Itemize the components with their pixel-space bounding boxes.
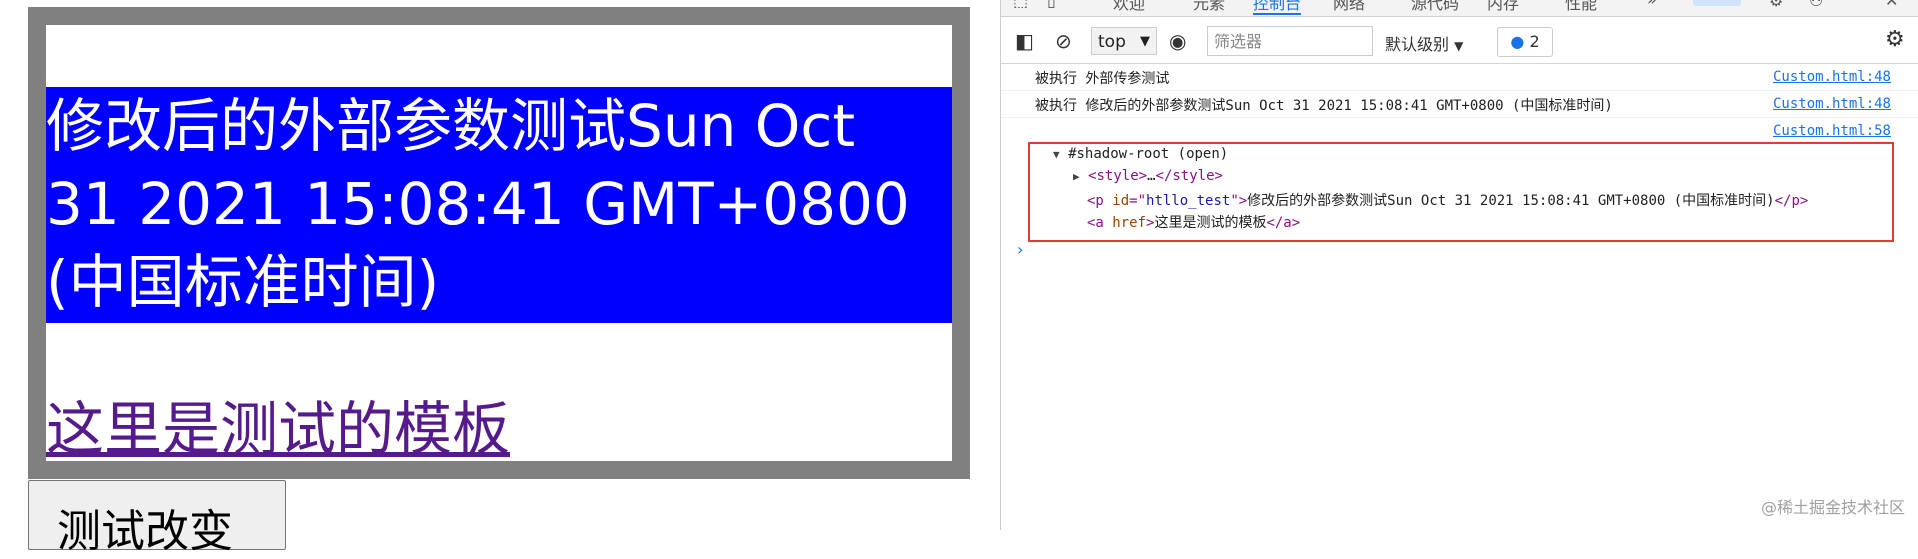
chevron-down-icon: ▼ [1140, 34, 1150, 49]
p-attr-eq: =" [1129, 193, 1147, 209]
tab-performance[interactable]: 性能 [1565, 0, 1597, 14]
devtools-tab-bar: ⬚ ▯ 欢迎 元素 控制台 网络 源代码 内存 性能 » ▪ 2 ⚙ ⚇ ✕ [1001, 0, 1918, 17]
log-level-selector[interactable]: 默认级别 ▼ [1385, 31, 1463, 55]
more-tabs-icon[interactable]: » [1647, 0, 1657, 9]
style-close-tag: </style> [1155, 168, 1223, 184]
template-link[interactable]: 这里是测试的模板 [46, 397, 510, 461]
shadow-root-label: #shadow-root (open) [1068, 146, 1229, 162]
device-toolbar-icon[interactable]: ▯ [1047, 0, 1056, 10]
a-node[interactable]: <a href>这里是测试的模板</a> [1087, 212, 1300, 232]
watermark: @稀土掘金技术社区 [1760, 498, 1905, 517]
issues-tab-badge[interactable]: ▪ 2 [1693, 0, 1741, 6]
tab-memory[interactable]: 内存 [1487, 0, 1519, 14]
p-node[interactable]: <p id="htllo_test">修改后的外部参数测试Sun Oct 31 … [1087, 190, 1808, 210]
log-source-link[interactable]: Custom.html:58 [1773, 123, 1891, 139]
p-attr-end: "> [1230, 193, 1248, 209]
a-open-tag: <a [1087, 215, 1113, 231]
collapsed-triangle-icon: ▶ [1073, 170, 1080, 183]
custom-element-host: 修改后的外部参数测试Sun Oct 31 2021 15:08:41 GMT+0… [28, 7, 970, 479]
issues-tab-count: 2 [1720, 0, 1729, 4]
p-open-tag: <p [1087, 193, 1113, 209]
issues-counter[interactable]: ● 2 [1497, 27, 1553, 57]
log-message: 被执行 修改后的外部参数测试Sun Oct 31 2021 15:08:41 G… [1035, 98, 1613, 114]
console-toolbar: ◧ ⊘ top ▼ ◉ 默认级别 ▼ ● 2 ⚙ [1001, 17, 1918, 64]
expanded-triangle-icon: ▼ [1053, 148, 1060, 161]
test-paragraph: 修改后的外部参数测试Sun Oct 31 2021 15:08:41 GMT+0… [46, 87, 952, 323]
test-change-button[interactable]: 测试改变 [28, 480, 286, 557]
console-filter-input[interactable] [1207, 26, 1373, 56]
a-text: 这里是测试的模板 [1154, 215, 1267, 231]
style-ellipsis: … [1147, 168, 1156, 184]
message-bubble-icon: ● [1510, 32, 1525, 51]
test-paragraph-line: (中国标准时间) [46, 248, 440, 316]
log-entry: 被执行 修改后的外部参数测试Sun Oct 31 2021 15:08:41 G… [1001, 91, 1918, 118]
shadow-root-node[interactable]: ▼ #shadow-root (open) [1053, 146, 1228, 162]
profile-icon[interactable]: ⚇ [1809, 0, 1823, 10]
sidebar-toggle-icon[interactable]: ◧ [1015, 29, 1034, 53]
log-entry: 被执行 外部传参测试 Custom.html:48 [1001, 64, 1918, 91]
live-expression-eye-icon[interactable]: ◉ [1169, 29, 1186, 53]
tab-console[interactable]: 控制台 [1253, 0, 1302, 15]
tab-welcome[interactable]: 欢迎 [1113, 0, 1145, 14]
log-source-link[interactable]: Custom.html:48 [1773, 96, 1891, 112]
clear-console-icon[interactable]: ⊘ [1055, 29, 1072, 53]
log-entry: Custom.html:58 [1001, 118, 1918, 144]
chevron-down-icon: ▼ [1454, 39, 1464, 53]
a-close-tag: </a> [1266, 215, 1301, 231]
shadow-content: 修改后的外部参数测试Sun Oct 31 2021 15:08:41 GMT+0… [46, 25, 952, 461]
test-paragraph-line: 修改后的外部参数测试Sun Oct [46, 92, 856, 160]
page-viewport: 修改后的外部参数测试Sun Oct 31 2021 15:08:41 GMT+0… [0, 0, 1000, 557]
close-icon[interactable]: ✕ [1885, 0, 1898, 10]
log-level-value: 默认级别 [1385, 35, 1450, 54]
a-attr-name: href [1112, 215, 1147, 231]
p-attr-value: htllo_test [1146, 193, 1231, 209]
p-text: 修改后的外部参数测试Sun Oct 31 2021 15:08:41 GMT+0… [1247, 193, 1775, 209]
tab-sources[interactable]: 源代码 [1411, 0, 1459, 14]
p-attr-name: id [1112, 193, 1130, 209]
log-source-link[interactable]: Custom.html:48 [1773, 69, 1891, 85]
context-selector[interactable]: top ▼ [1091, 27, 1157, 55]
console-prompt-chevron-icon[interactable]: › [1017, 240, 1023, 259]
tab-network[interactable]: 网络 [1333, 0, 1365, 14]
log-message: 被执行 外部传参测试 [1035, 71, 1170, 87]
devtools-panel: ⬚ ▯ 欢迎 元素 控制台 网络 源代码 内存 性能 » ▪ 2 ⚙ ⚇ ✕ ◧… [1000, 0, 1918, 530]
console-settings-icon[interactable]: ⚙ [1885, 27, 1905, 52]
context-value: top [1098, 32, 1126, 52]
style-node[interactable]: ▶ <style>…</style> [1073, 168, 1223, 184]
inspect-element-icon[interactable]: ⬚ [1013, 0, 1028, 10]
issues-count: 2 [1529, 32, 1540, 51]
style-open-tag: <style> [1088, 168, 1148, 184]
p-close-tag: </p> [1774, 193, 1809, 209]
test-paragraph-line: 31 2021 15:08:41 GMT+0800 [46, 170, 910, 238]
tab-elements[interactable]: 元素 [1193, 0, 1225, 14]
settings-gear-icon[interactable]: ⚙ [1769, 0, 1783, 10]
